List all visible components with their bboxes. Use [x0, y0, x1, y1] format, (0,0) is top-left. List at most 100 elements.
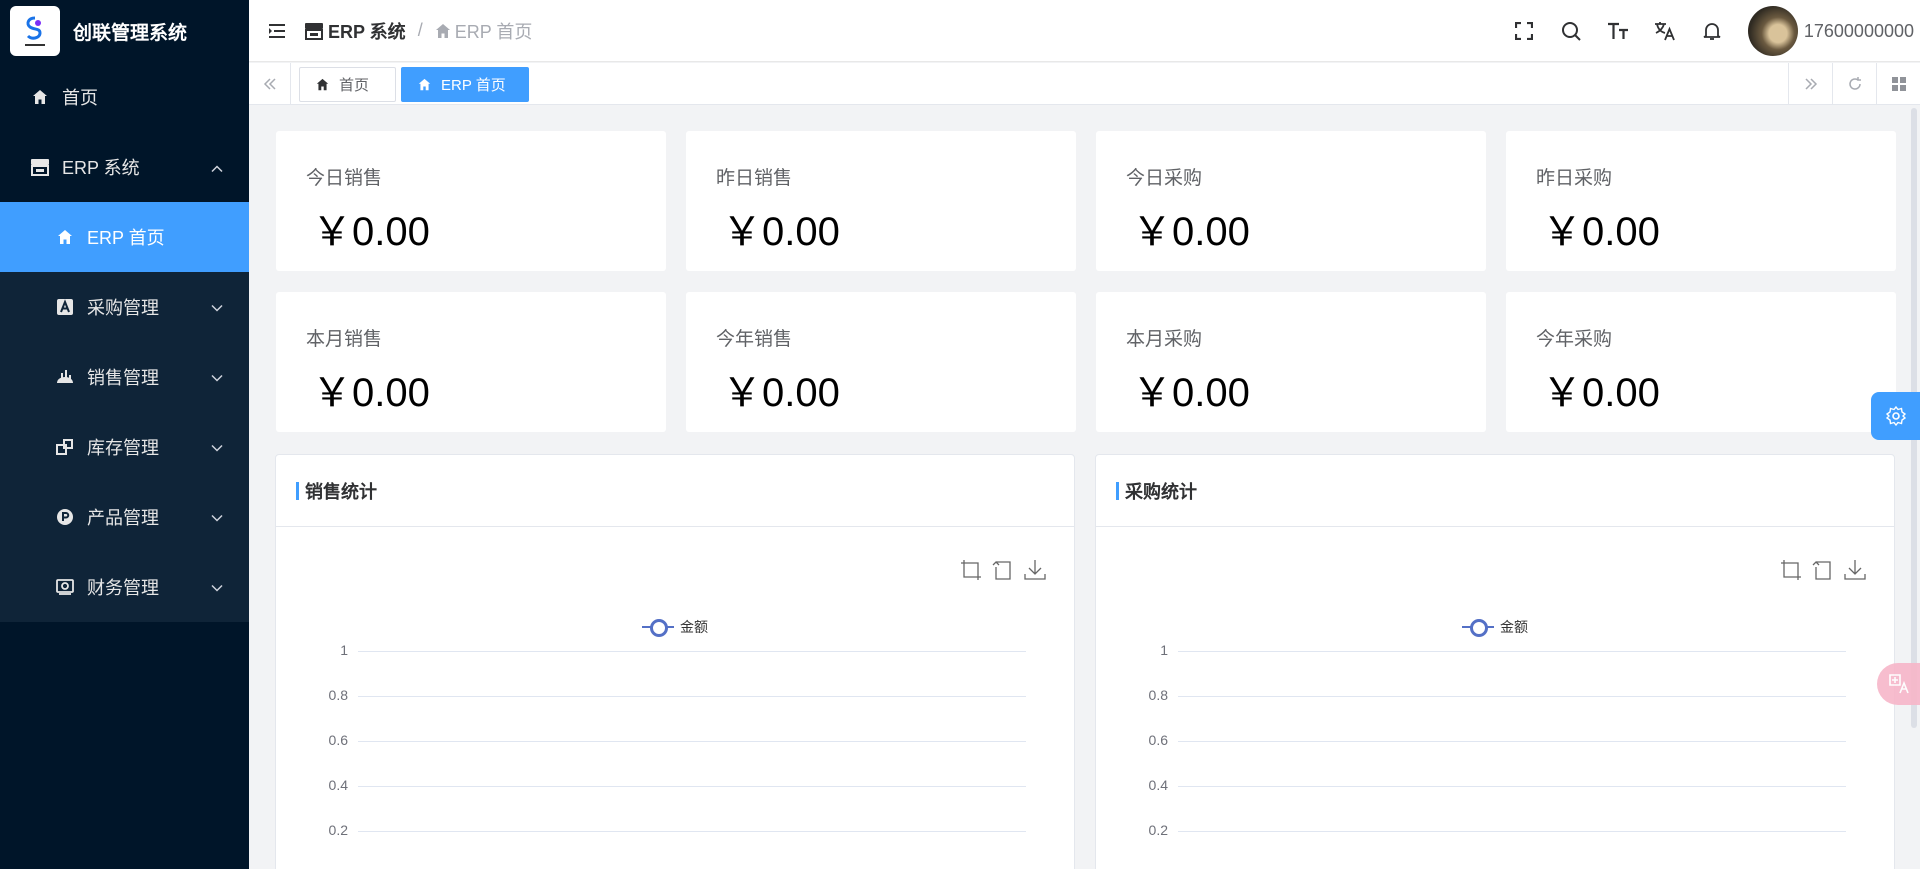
sidebar-item-label: ERP 首页: [87, 228, 165, 248]
header-actions: 17600000000: [1513, 0, 1920, 62]
stat-value: ￥0.00: [312, 210, 430, 254]
sidebar-item-label: 产品管理: [87, 508, 159, 528]
stat-card: 昨日采购 ￥0.00: [1506, 131, 1896, 271]
download-icon[interactable]: [1024, 559, 1046, 581]
sidebar-item-label: ERP 系统: [62, 158, 140, 178]
stat-label: 昨日采购: [1536, 168, 1613, 189]
title-accent-bar: [1116, 481, 1119, 500]
tab-home[interactable]: 首页: [299, 67, 396, 102]
breadcrumb-separator: /: [417, 20, 423, 40]
fullscreen-icon[interactable]: [1513, 20, 1535, 42]
sidebar-item-purchase[interactable]: 采购管理: [0, 272, 249, 342]
refresh-icon[interactable]: [1832, 63, 1876, 105]
tags-actions: [1788, 63, 1920, 105]
chart-legend[interactable]: 金额: [1462, 617, 1528, 637]
gridline: [358, 696, 1026, 697]
erp-submenu: ERP 首页 采购管理 销售管理 库存管理 产品管理 财务管理: [0, 202, 249, 622]
chevron-down-icon: [211, 577, 223, 598]
chevron-down-icon: [211, 297, 223, 318]
sales-stats-panel: 销售统计 金额 1 0.8 0.6 0.4 0.2: [275, 454, 1075, 869]
stat-card: 今年销售 ￥0.00: [686, 292, 1076, 432]
gridline: [1178, 741, 1846, 742]
menu-toggle-icon[interactable]: [266, 20, 288, 42]
breadcrumb-label: ERP 首页: [454, 21, 533, 42]
scroll-left-icon[interactable]: [249, 63, 291, 105]
product-icon: [55, 507, 75, 527]
sidebar-item-label: 首页: [62, 88, 98, 108]
grid-menu-icon[interactable]: [1876, 63, 1920, 105]
gridline: [358, 741, 1026, 742]
y-tick-label: 0.8: [328, 687, 348, 703]
y-tick-label: 0.6: [328, 732, 348, 748]
chevron-up-icon: [211, 157, 223, 178]
legend-label: 金额: [680, 619, 708, 635]
sidebar-item-product[interactable]: 产品管理: [0, 482, 249, 552]
gridline: [1178, 696, 1846, 697]
sidebar-item-sales[interactable]: 销售管理: [0, 342, 249, 412]
download-icon[interactable]: [1844, 559, 1866, 581]
panel-title: 采购统计: [1125, 481, 1197, 502]
font-size-icon[interactable]: [1607, 20, 1629, 42]
sidebar-item-erp-home[interactable]: ERP 首页: [0, 202, 249, 272]
breadcrumb-item[interactable]: ERP 系统: [304, 18, 406, 44]
sidebar-item-erp[interactable]: ERP 系统: [0, 132, 249, 202]
breadcrumb-current: ERP 首页: [435, 18, 533, 44]
sales-icon: [55, 367, 75, 387]
gridline: [358, 831, 1026, 832]
home-icon: [435, 23, 451, 39]
stat-card: 昨日销售 ￥0.00: [686, 131, 1076, 271]
logo-icon: [10, 6, 60, 56]
search-icon[interactable]: [1560, 20, 1582, 42]
bell-icon[interactable]: [1701, 20, 1723, 42]
y-tick-label: 1: [340, 642, 348, 658]
chevron-down-icon: [211, 507, 223, 528]
zoom-icon[interactable]: [1780, 559, 1802, 581]
header: ERP 系统 / ERP 首页 17600000000: [249, 0, 1920, 62]
legend-line-icon: [642, 618, 674, 637]
stat-label: 本月采购: [1126, 329, 1203, 350]
stat-value: ￥0.00: [1542, 210, 1660, 254]
stat-label: 今日采购: [1126, 168, 1203, 189]
sidebar-item-finance[interactable]: 财务管理: [0, 552, 249, 622]
stat-card: 今年采购 ￥0.00: [1506, 292, 1896, 432]
panel-header: 采购统计: [1096, 455, 1894, 527]
sidebar-item-home[interactable]: 首页: [0, 62, 249, 132]
zoom-reset-icon[interactable]: [1812, 559, 1834, 581]
scroll-right-icon[interactable]: [1788, 63, 1832, 105]
avatar[interactable]: [1747, 6, 1798, 56]
tab-erp-home[interactable]: ERP 首页: [401, 67, 529, 102]
home-icon: [418, 78, 431, 91]
translate-float-icon[interactable]: [1877, 663, 1920, 705]
home-icon: [30, 87, 50, 107]
stat-value: ￥0.00: [1132, 371, 1250, 415]
store-icon: [30, 157, 50, 177]
panel-title: 销售统计: [305, 481, 377, 502]
sidebar: 创联管理系统 首页 ERP 系统 ERP 首页 采购管理 销售管理 库存管理 产…: [0, 0, 249, 869]
zoom-icon[interactable]: [960, 559, 982, 581]
chart-legend[interactable]: 金额: [642, 617, 708, 637]
y-tick-label: 0.8: [1148, 687, 1168, 703]
y-tick-label: 1: [1160, 642, 1168, 658]
stat-label: 今年销售: [716, 329, 793, 350]
translate-icon[interactable]: [1654, 20, 1676, 42]
finance-icon: [55, 577, 75, 597]
username[interactable]: 17600000000: [1804, 21, 1914, 42]
sidebar-item-inventory[interactable]: 库存管理: [0, 412, 249, 482]
y-tick-label: 0.4: [328, 777, 348, 793]
sidebar-item-label: 财务管理: [87, 578, 159, 598]
stat-card: 今日销售 ￥0.00: [276, 131, 666, 271]
tags-bar: 首页 ERP 首页: [249, 63, 1920, 105]
zoom-reset-icon[interactable]: [992, 559, 1014, 581]
gridline: [1178, 786, 1846, 787]
panel-header: 销售统计: [276, 455, 1074, 527]
logo-bar: 创联管理系统: [0, 0, 249, 62]
legend-line-icon: [1462, 618, 1494, 637]
stat-card: 今日采购 ￥0.00: [1096, 131, 1486, 271]
stat-value: ￥0.00: [312, 371, 430, 415]
gridline: [1178, 651, 1846, 652]
stat-label: 今日销售: [306, 168, 383, 189]
sidebar-item-label: 采购管理: [87, 298, 159, 318]
tab-label: ERP 首页: [441, 77, 506, 94]
settings-gear-icon[interactable]: [1871, 392, 1920, 440]
tab-label: 首页: [339, 77, 370, 94]
